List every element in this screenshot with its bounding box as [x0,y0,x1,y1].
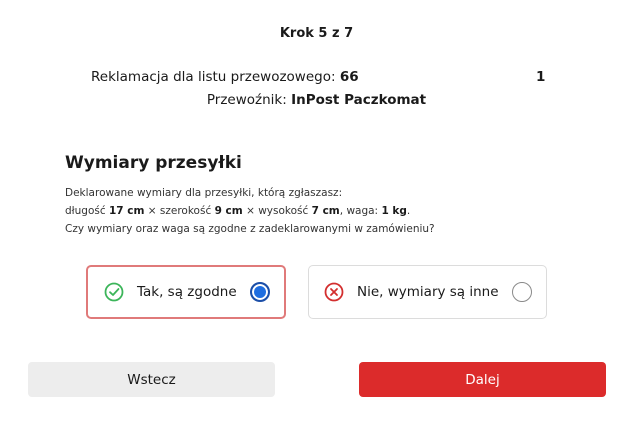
option-label: Tak, są zgodne [137,284,237,300]
length-label: długość [65,205,106,217]
claim-info: Reklamacja dla listu przewozowego: 66 [91,69,359,85]
option-dimensions-match[interactable]: Tak, są zgodne [86,265,286,319]
weight-value: 1 kg [381,205,407,217]
step-indicator: Krok 5 z 7 [279,26,354,41]
dimensions-question: Czy wymiary oraz waga są zgodne z zadekl… [65,223,435,235]
option-label: Nie, wymiary są inne [357,284,499,300]
height-value: 7 cm [311,205,340,217]
dimensions-description: Deklarowane wymiary dla przesyłki, którą… [65,184,585,238]
width-label: × szerokość [147,205,212,217]
dimensions-intro: Deklarowane wymiary dla przesyłki, którą… [65,187,343,199]
back-button[interactable]: Wstecz [28,362,275,397]
section-title: Wymiary przesyłki [65,153,242,173]
dimensions-values: długość 17 cm × szerokość 9 cm × wysokoś… [65,202,585,220]
dimensions-end: . [406,205,411,217]
radio-unselected[interactable] [512,282,532,302]
next-button[interactable]: Dalej [359,362,606,397]
height-label: × wysokość [246,205,309,217]
claim-count: 1 [536,69,546,85]
option-dimensions-differ[interactable]: Nie, wymiary są inne [308,265,547,319]
claim-number: 66 [339,69,359,85]
check-circle-icon [104,282,124,302]
radio-selected[interactable] [250,282,270,302]
claim-label: Reklamacja dla listu przewozowego: [91,69,336,85]
length-value: 17 cm [108,205,145,217]
width-value: 9 cm [214,205,243,217]
carrier-name: InPost Paczkomat [291,92,427,108]
carrier-label: Przewoźnik: [206,92,287,108]
weight-label: , waga: [339,205,379,217]
carrier-info: Przewoźnik: InPost Paczkomat [0,92,633,108]
x-circle-icon [324,282,344,302]
